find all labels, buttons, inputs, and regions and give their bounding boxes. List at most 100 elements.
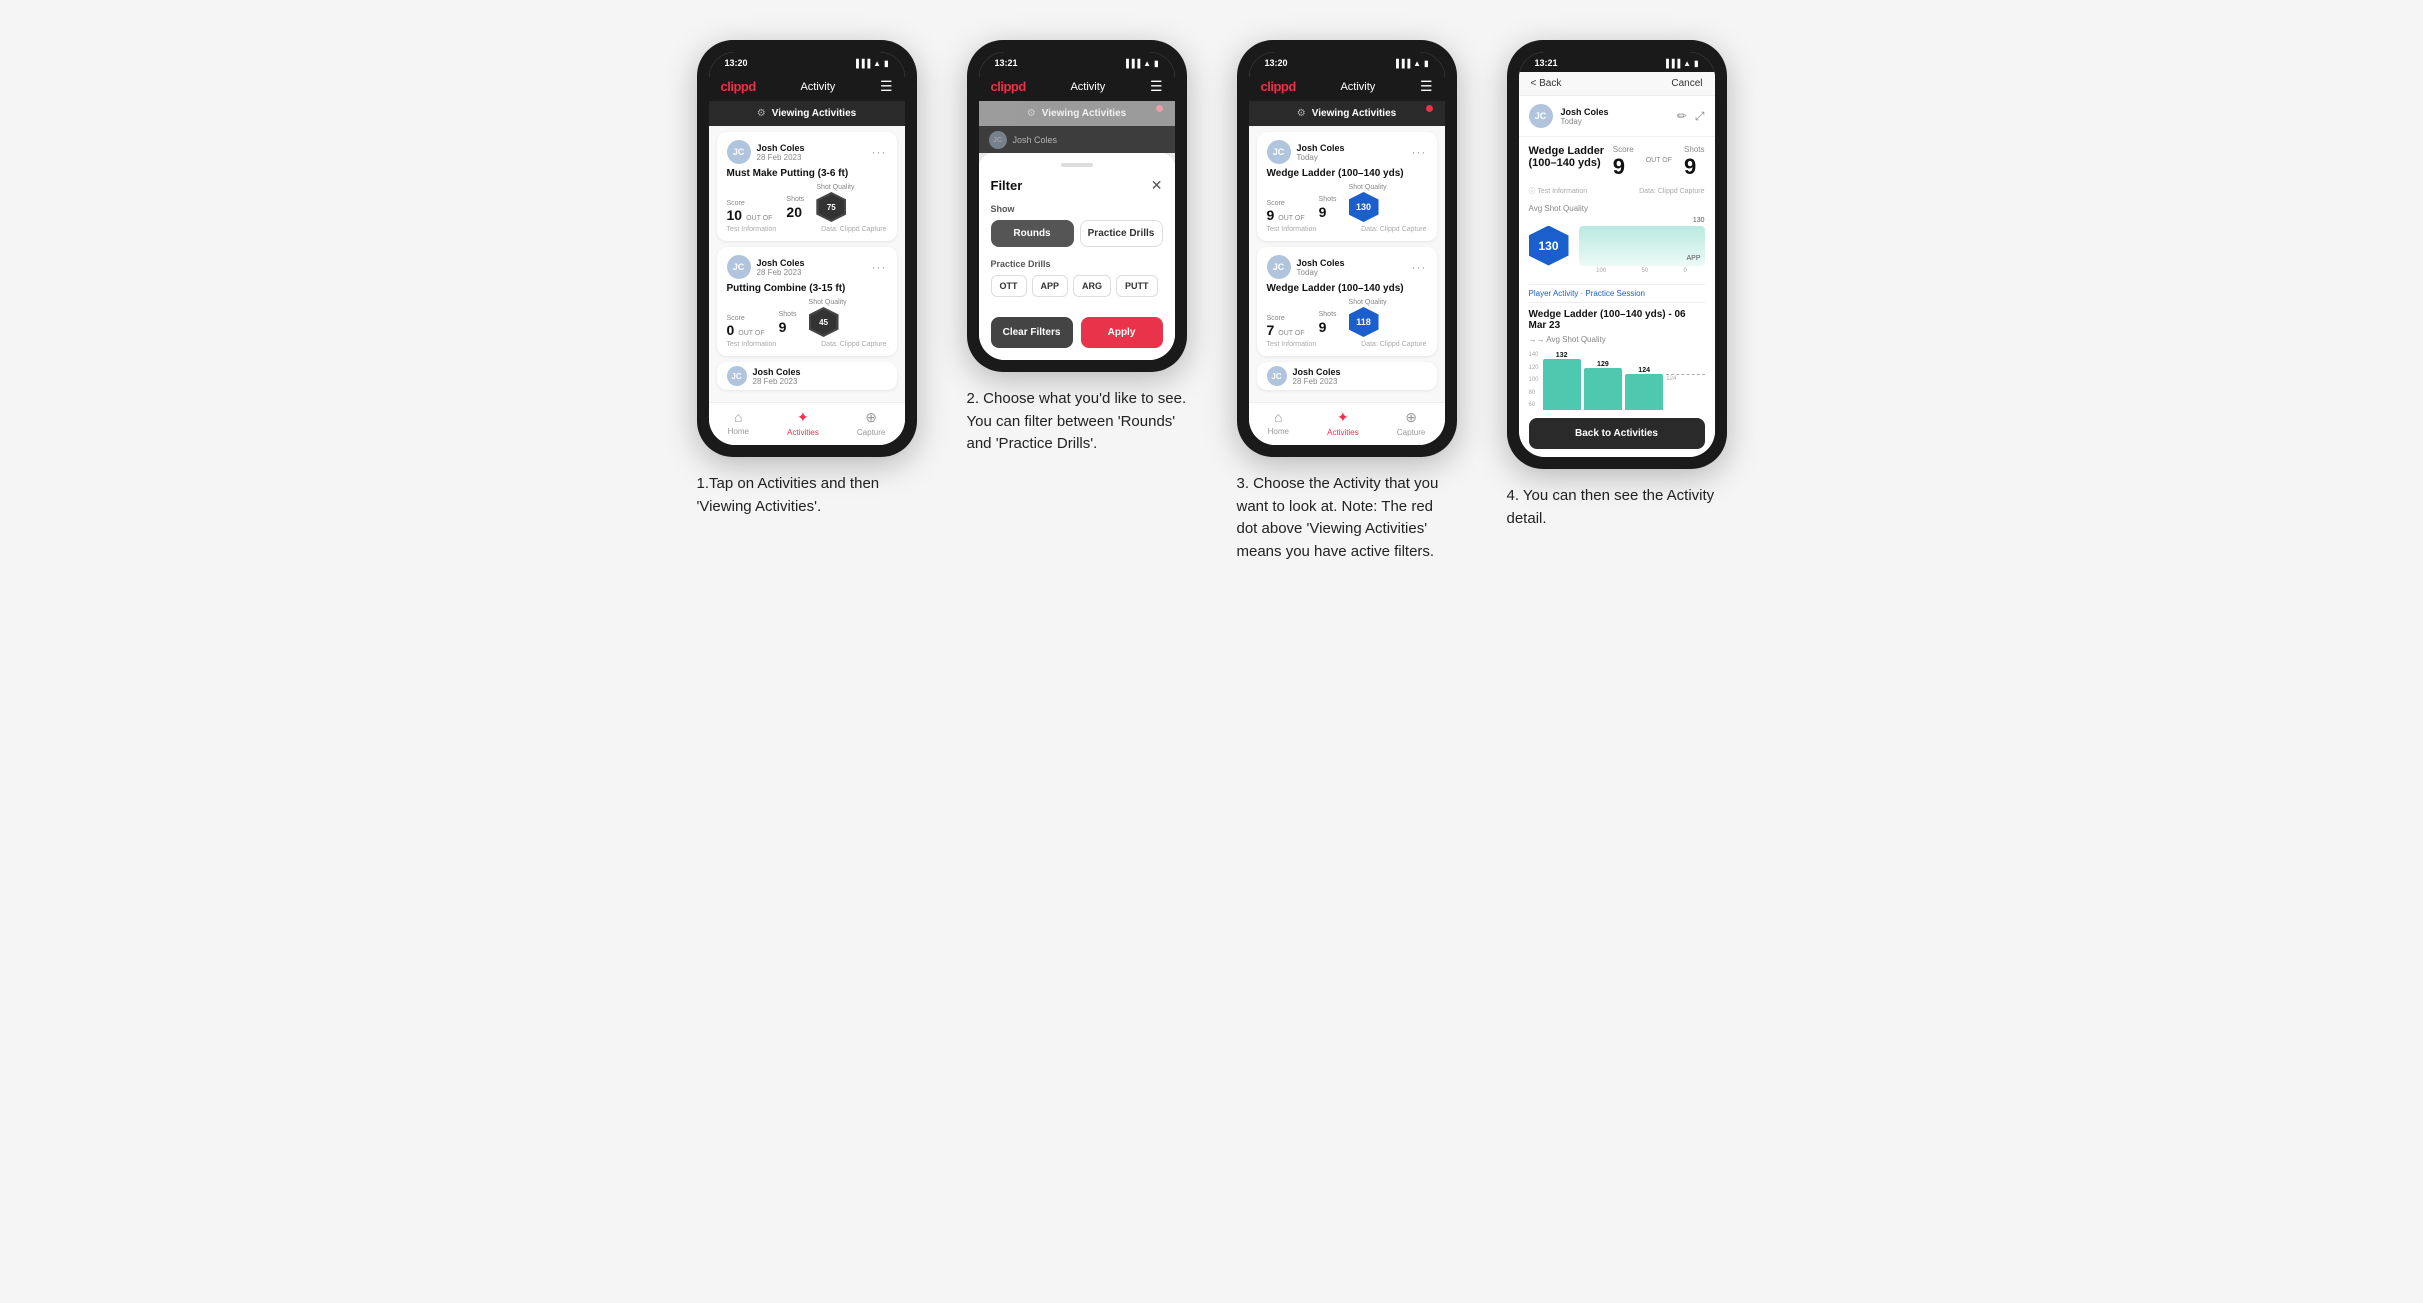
signal-icon-2: ▐▐▐ [1123,59,1140,68]
phone-3-section: 13:20 ▐▐▐ ▲ ▮ clippd Activity ☰ ⚙ Viewin… [1227,40,1467,563]
dots-3-1[interactable]: ··· [1412,145,1427,159]
activity-card-1-2[interactable]: JC Josh Coles 28 Feb 2023 ··· Putting Co… [717,247,897,356]
area-chart-4: APP [1579,226,1705,266]
filter-modal-2: Filter ✕ Show Rounds Practice Drills Pra… [979,153,1175,360]
score-block-1-2: Score 0 OUT OF [727,315,767,337]
user-name-1-1: Josh Coles [757,143,872,153]
clear-filters-btn-2[interactable]: Clear Filters [991,317,1073,348]
show-label-2: Show [991,204,1163,214]
phone-3-frame: 13:20 ▐▐▐ ▲ ▮ clippd Activity ☰ ⚙ Viewin… [1237,40,1457,457]
modal-title-2: Filter [991,178,1023,193]
menu-icon-2[interactable]: ☰ [1150,78,1163,95]
sq-hex-1-1: 75 [816,192,846,222]
time-4: 13:21 [1535,58,1558,68]
activity-card-3-1[interactable]: JC Josh Coles Today ··· Wedge Ladder (10… [1257,132,1437,241]
bar-group-4-3: 124 [1666,374,1704,410]
blurred-top-2: JC Josh Coles [979,126,1175,153]
rounds-toggle-2[interactable]: Rounds [991,220,1074,247]
wifi-icon-4: ▲ [1683,59,1691,68]
menu-icon-1[interactable]: ☰ [880,78,893,95]
card-title-1-2: Putting Combine (3-15 ft) [727,283,887,294]
user-text-4: Josh Coles Today [1561,107,1609,126]
detail-user-date-4: Today [1561,117,1609,126]
info-1-1: Test Information [727,226,777,233]
phone-2-frame: 13:21 ▐▐▐ ▲ ▮ clippd Activity ☰ ⚙ [967,40,1187,372]
phone-4-frame: 13:21 ▐▐▐ ▲ ▮ < Back Cancel JC Josh [1507,40,1727,469]
score-block-3-1: Score 9 OUT OF [1267,200,1307,222]
viewing-banner-3[interactable]: ⚙ Viewing Activities [1249,101,1445,126]
sq-label-1-1: Shot Quality [816,184,854,191]
shots-val-4: 9 [1684,154,1704,180]
close-btn-2[interactable]: ✕ [1151,177,1163,194]
practice-drills-toggle-2[interactable]: Practice Drills [1080,220,1163,247]
battery-icon-4: ▮ [1694,59,1698,68]
header-title-2: Activity [1070,81,1105,93]
card-footer-1-1: Test Information Data: Clippd Capture [727,226,887,233]
nav-capture-1[interactable]: ⊕ Capture [857,409,885,437]
avatar-1-2: JC [727,255,751,279]
apply-btn-2[interactable]: Apply [1081,317,1163,348]
bar-chart-4: 140 120 100 80 60 132 12 [1529,350,1705,410]
partial-user-1-3: Josh Coles 28 Feb 2023 [753,367,801,386]
card-footer-3-2: Test Information Data: Clippd Capture [1267,341,1427,348]
nav-home-3[interactable]: ⌂ Home [1268,409,1289,437]
user-info-3-2: Josh Coles Today [1297,258,1412,277]
dots-3-2[interactable]: ··· [1412,260,1427,274]
modal-header-2: Filter ✕ [991,177,1163,194]
header-title-1: Activity [800,81,835,93]
shots-block-3-1: Shots 9 [1319,196,1337,222]
time-2: 13:21 [995,58,1018,68]
back-activities-btn-4[interactable]: Back to Activities [1529,418,1705,449]
card-stats-3-1: Score 9 OUT OF Shots 9 [1267,184,1427,222]
edit-icon-4[interactable]: ✏ [1677,109,1687,124]
phone-2-inner: 13:21 ▐▐▐ ▲ ▮ clippd Activity ☰ ⚙ [979,52,1175,360]
chart-labels-4: 100 50 0 [1579,268,1705,274]
detail-user-info-4: JC Josh Coles Today [1529,104,1609,128]
notch-1 [772,52,842,70]
menu-icon-3[interactable]: ☰ [1420,78,1433,95]
viewing-banner-1[interactable]: ⚙ Viewing Activities [709,101,905,126]
nav-home-1[interactable]: ⌂ Home [728,409,749,437]
activity-card-3-2[interactable]: JC Josh Coles Today ··· Wedge Ladder (10… [1257,247,1437,356]
bar-group-4-2: 124 [1625,367,1663,410]
detail-user-name-4: Josh Coles [1561,107,1609,117]
nav-activities-3[interactable]: ✦ Activities [1327,409,1359,437]
avg-sq-4: Avg Shot Quality 130 130 APP 100 50 [1529,204,1705,274]
dots-1-1[interactable]: ··· [872,145,887,159]
sq-block-3-2: Shot Quality 118 [1349,299,1387,337]
signal-icon-3: ▐▐▐ [1393,59,1410,68]
expand-icon-4[interactable]: ⤢ [1695,109,1705,124]
battery-icon-2: ▮ [1154,59,1158,68]
avatar-1-3: JC [727,366,747,386]
bars-container-4: 132 129 124 [1543,352,1705,410]
cancel-btn-4[interactable]: Cancel [1671,78,1702,89]
status-icons-3: ▐▐▐ ▲ ▮ [1393,59,1428,68]
red-dot-3 [1426,105,1433,112]
tag-arg-2[interactable]: ARG [1073,275,1111,297]
sq-hex-3-2: 118 [1349,307,1379,337]
sq-block-3-1: Shot Quality 130 [1349,184,1387,222]
card-title-3-2: Wedge Ladder (100–140 yds) [1267,283,1427,294]
y-axis-4: 140 120 100 80 60 [1529,350,1539,410]
tag-app-2[interactable]: APP [1032,275,1069,297]
filter-toggle-row-2: Rounds Practice Drills [991,220,1163,247]
time-1: 13:20 [725,58,748,68]
bar-4-2 [1625,374,1663,410]
home-icon-3: ⌂ [1274,409,1282,425]
shots-col-4: Shots 9 [1684,145,1704,180]
info-row-4: ⓘ Test Information Data: Clippd Capture [1529,186,1705,196]
phone-1-inner: 13:20 ▐▐▐ ▲ ▮ clippd Activity ☰ ⚙ Viewin… [709,52,905,445]
sq-block-1-2: Shot Quality 45 [809,299,847,337]
phone-1-section: 13:20 ▐▐▐ ▲ ▮ clippd Activity ☰ ⚙ Viewin… [687,40,927,518]
activity-card-1-1[interactable]: JC Josh Coles 28 Feb 2023 ··· Must Make … [717,132,897,241]
nav-capture-3[interactable]: ⊕ Capture [1397,409,1425,437]
back-btn-4[interactable]: < Back [1531,78,1562,89]
phone-2-section: 13:21 ▐▐▐ ▲ ▮ clippd Activity ☰ ⚙ [957,40,1197,456]
sq-hex-3-1: 130 [1349,192,1379,222]
dots-1-2[interactable]: ··· [872,260,887,274]
drill-detail-title-4: Wedge Ladder (100–140 yds) - 06 Mar 23 [1529,309,1705,331]
tag-ott-2[interactable]: OTT [991,275,1027,297]
tag-putt-2[interactable]: PUTT [1116,275,1158,297]
nav-activities-1[interactable]: ✦ Activities [787,409,819,437]
detail-content-4: Wedge Ladder(100–140 yds) Score 9 OUT OF… [1519,137,1715,457]
